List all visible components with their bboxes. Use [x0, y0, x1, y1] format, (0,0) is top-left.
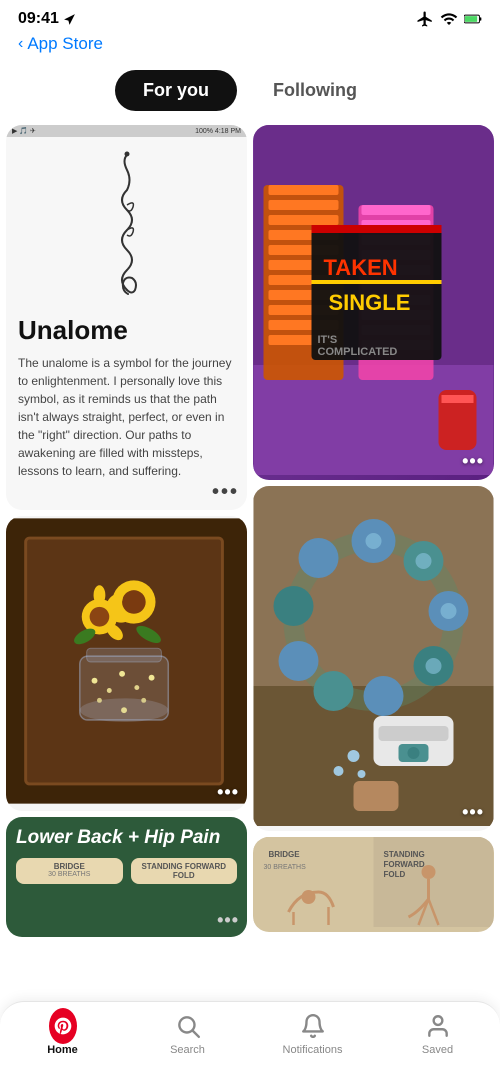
nav-search[interactable]: Search: [153, 1012, 223, 1056]
left-column: ▶ 🎵 ✈ 100% 4:18 PM Unalome The unalome i…: [6, 125, 247, 937]
notifications-nav-label: Notifications: [283, 1044, 343, 1056]
nav-saved[interactable]: Saved: [403, 1012, 473, 1056]
party-cups-image: TAKEN SINGLE IT'S COMPLICATED: [253, 125, 494, 475]
unalome-svg: [97, 150, 157, 300]
lower-back-more-button[interactable]: •••: [217, 910, 239, 931]
app-store-label[interactable]: App Store: [27, 34, 103, 54]
status-icons: [416, 10, 482, 28]
lower-back-title: Lower Back + Hip Pain: [16, 827, 237, 850]
svg-text:TAKEN: TAKEN: [324, 255, 398, 280]
search-nav-label: Search: [170, 1044, 205, 1056]
svg-text:BRIDGE: BRIDGE: [269, 850, 301, 859]
wreath-more-button[interactable]: •••: [462, 802, 484, 823]
sunflower-card[interactable]: •••: [6, 516, 247, 811]
time-display: 09:41: [18, 10, 59, 28]
party-cups-more-button[interactable]: •••: [462, 451, 484, 472]
app-store-bar[interactable]: ‹ App Store: [0, 32, 500, 62]
feed: ▶ 🎵 ✈ 100% 4:18 PM Unalome The unalome i…: [0, 121, 500, 1037]
tab-switcher: For you Following: [0, 62, 500, 121]
battery-icon: [464, 10, 482, 28]
airplane-icon: [416, 10, 434, 28]
status-bar: 09:41: [0, 0, 500, 32]
yoga-image: BRIDGE 30 BREATHS STANDING FORWARD FOLD: [253, 837, 494, 927]
tab-for-you[interactable]: For you: [115, 70, 237, 111]
sunflower-image: [6, 516, 247, 806]
mini-status-left: ▶ 🎵 ✈: [12, 127, 36, 135]
svg-text:FORWARD: FORWARD: [384, 860, 425, 869]
bridge-breaths: 30 BREATHS: [22, 871, 117, 878]
svg-text:30 BREATHS: 30 BREATHS: [264, 864, 307, 871]
saved-nav-label: Saved: [422, 1044, 453, 1056]
unalome-more-button[interactable]: •••: [212, 481, 239, 504]
sunflower-more-button[interactable]: •••: [217, 782, 239, 803]
right-column: TAKEN SINGLE IT'S COMPLICATED •••: [253, 125, 494, 937]
location-arrow-icon: [63, 13, 76, 26]
person-icon: [424, 1012, 452, 1040]
svg-text:FOLD: FOLD: [384, 870, 406, 879]
tab-following[interactable]: Following: [245, 70, 385, 111]
svg-text:STANDING: STANDING: [384, 850, 425, 859]
search-icon: [174, 1012, 202, 1040]
nav-notifications[interactable]: Notifications: [278, 1012, 348, 1056]
back-chevron-icon: ‹: [18, 35, 23, 53]
bridge-label: BRIDGE: [22, 862, 117, 871]
wreath-image: [253, 486, 494, 826]
home-nav-label: Home: [47, 1044, 78, 1056]
yoga-card[interactable]: BRIDGE 30 BREATHS STANDING FORWARD FOLD: [253, 837, 494, 932]
unalome-description: The unalome is a symbol for the journey …: [18, 354, 235, 480]
wreath-card[interactable]: •••: [253, 486, 494, 831]
svg-text:COMPLICATED: COMPLICATED: [318, 346, 398, 358]
wifi-icon: [440, 10, 458, 28]
bell-icon: [299, 1012, 327, 1040]
pinterest-logo: [53, 1016, 73, 1036]
svg-text:SINGLE: SINGLE: [329, 290, 411, 315]
unalome-title: Unalome: [18, 315, 235, 346]
bottom-nav: Home Search Notifications Saved: [0, 1001, 500, 1080]
home-icon: [49, 1012, 77, 1040]
party-cups-card[interactable]: TAKEN SINGLE IT'S COMPLICATED •••: [253, 125, 494, 480]
nav-home[interactable]: Home: [28, 1012, 98, 1056]
lower-back-card[interactable]: Lower Back + Hip Pain BRIDGE 30 BREATHS …: [6, 817, 247, 937]
unalome-card[interactable]: ▶ 🎵 ✈ 100% 4:18 PM Unalome The unalome i…: [6, 125, 247, 510]
svg-text:IT'S: IT'S: [318, 334, 338, 346]
mini-status-right: 100% 4:18 PM: [195, 128, 241, 135]
standing-forward-fold-label: STANDING FORWARD FOLD: [137, 862, 232, 880]
status-time: 09:41: [18, 10, 76, 28]
unalome-symbol: [18, 145, 235, 305]
